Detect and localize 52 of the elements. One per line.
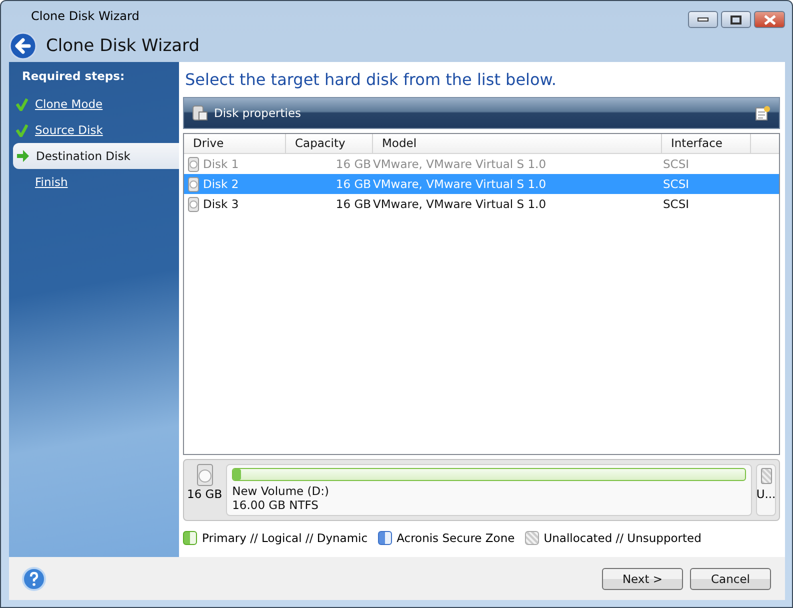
properties-icon[interactable] xyxy=(755,105,771,121)
legend-swatch xyxy=(183,531,197,545)
legend-swatch xyxy=(524,531,539,545)
wizard-button[interactable]: Next > xyxy=(602,568,683,590)
disk-icon xyxy=(192,105,208,121)
back-button[interactable] xyxy=(9,32,37,60)
table-cell-text: SCSI xyxy=(662,157,690,171)
minimize-icon xyxy=(697,16,709,22)
maximize-button[interactable] xyxy=(721,11,751,28)
table-cell-text: VMware, VMware Virtual S 1.0 xyxy=(373,197,548,211)
step-item[interactable]: Source Disk xyxy=(9,117,179,143)
table-cell: Disk 1 xyxy=(203,157,239,171)
help-icon[interactable] xyxy=(22,566,46,590)
wizard-title: Clone Disk Wizard xyxy=(46,36,200,56)
disk-row[interactable]: Disk 3 16 GB VMware, VMware Virtual S 1.0 SCSI xyxy=(184,194,779,214)
column-header[interactable]: Drive xyxy=(184,134,286,153)
check-icon xyxy=(16,124,28,136)
close-button[interactable] xyxy=(754,11,785,28)
table-cell-text: 16 GB xyxy=(334,197,372,211)
step-item[interactable]: Clone Mode xyxy=(9,91,179,117)
table-cell-text: 16 GB xyxy=(334,177,372,191)
check-icon xyxy=(16,98,28,110)
table-cell-text: VMware, VMware Virtual S 1.0 xyxy=(373,177,548,191)
legend-label: Primary // Logical // Dynamic xyxy=(202,531,368,545)
table-cell-text: 16 GB xyxy=(334,157,372,171)
column-header[interactable]: Model xyxy=(373,134,662,153)
table-cell: Disk 2 xyxy=(203,177,239,191)
partition-block[interactable]: New Volume (D:) 16.00 GB NTFS xyxy=(226,464,752,516)
window-title: Clone Disk Wizard xyxy=(30,9,140,23)
legend-swatch xyxy=(378,531,392,545)
partition-name: New Volume (D:) xyxy=(232,484,330,498)
table-cell: Disk 3 xyxy=(203,197,239,211)
partition-details: 16.00 GB NTFS xyxy=(232,498,320,512)
steps-heading: Required steps: xyxy=(21,69,126,85)
arrow-icon xyxy=(16,150,30,162)
instruction-text: Select the target hard disk from the list below. xyxy=(184,70,558,91)
close-icon xyxy=(762,14,776,24)
maximize-icon xyxy=(730,14,742,24)
table-cell-text: VMware, VMware Virtual S 1.0 xyxy=(373,157,548,171)
unallocated-block[interactable]: U... xyxy=(756,464,776,516)
wizard-button[interactable]: Cancel xyxy=(690,568,771,590)
table-cell-text: SCSI xyxy=(662,177,690,191)
table-cell-text: SCSI xyxy=(662,197,690,211)
toolbar-title: Disk properties xyxy=(214,106,302,120)
minimize-button[interactable] xyxy=(688,11,718,28)
step-item[interactable]: Destination Disk xyxy=(13,143,179,169)
step-item[interactable]: Finish xyxy=(9,169,179,195)
column-header[interactable]: Capacity xyxy=(286,134,373,153)
legend-label: Acronis Secure Zone xyxy=(396,531,515,545)
column-header[interactable]: Interface xyxy=(662,134,751,153)
disk-size: 16 GB xyxy=(187,487,222,501)
legend-label: Unallocated // Unsupported xyxy=(544,531,702,545)
